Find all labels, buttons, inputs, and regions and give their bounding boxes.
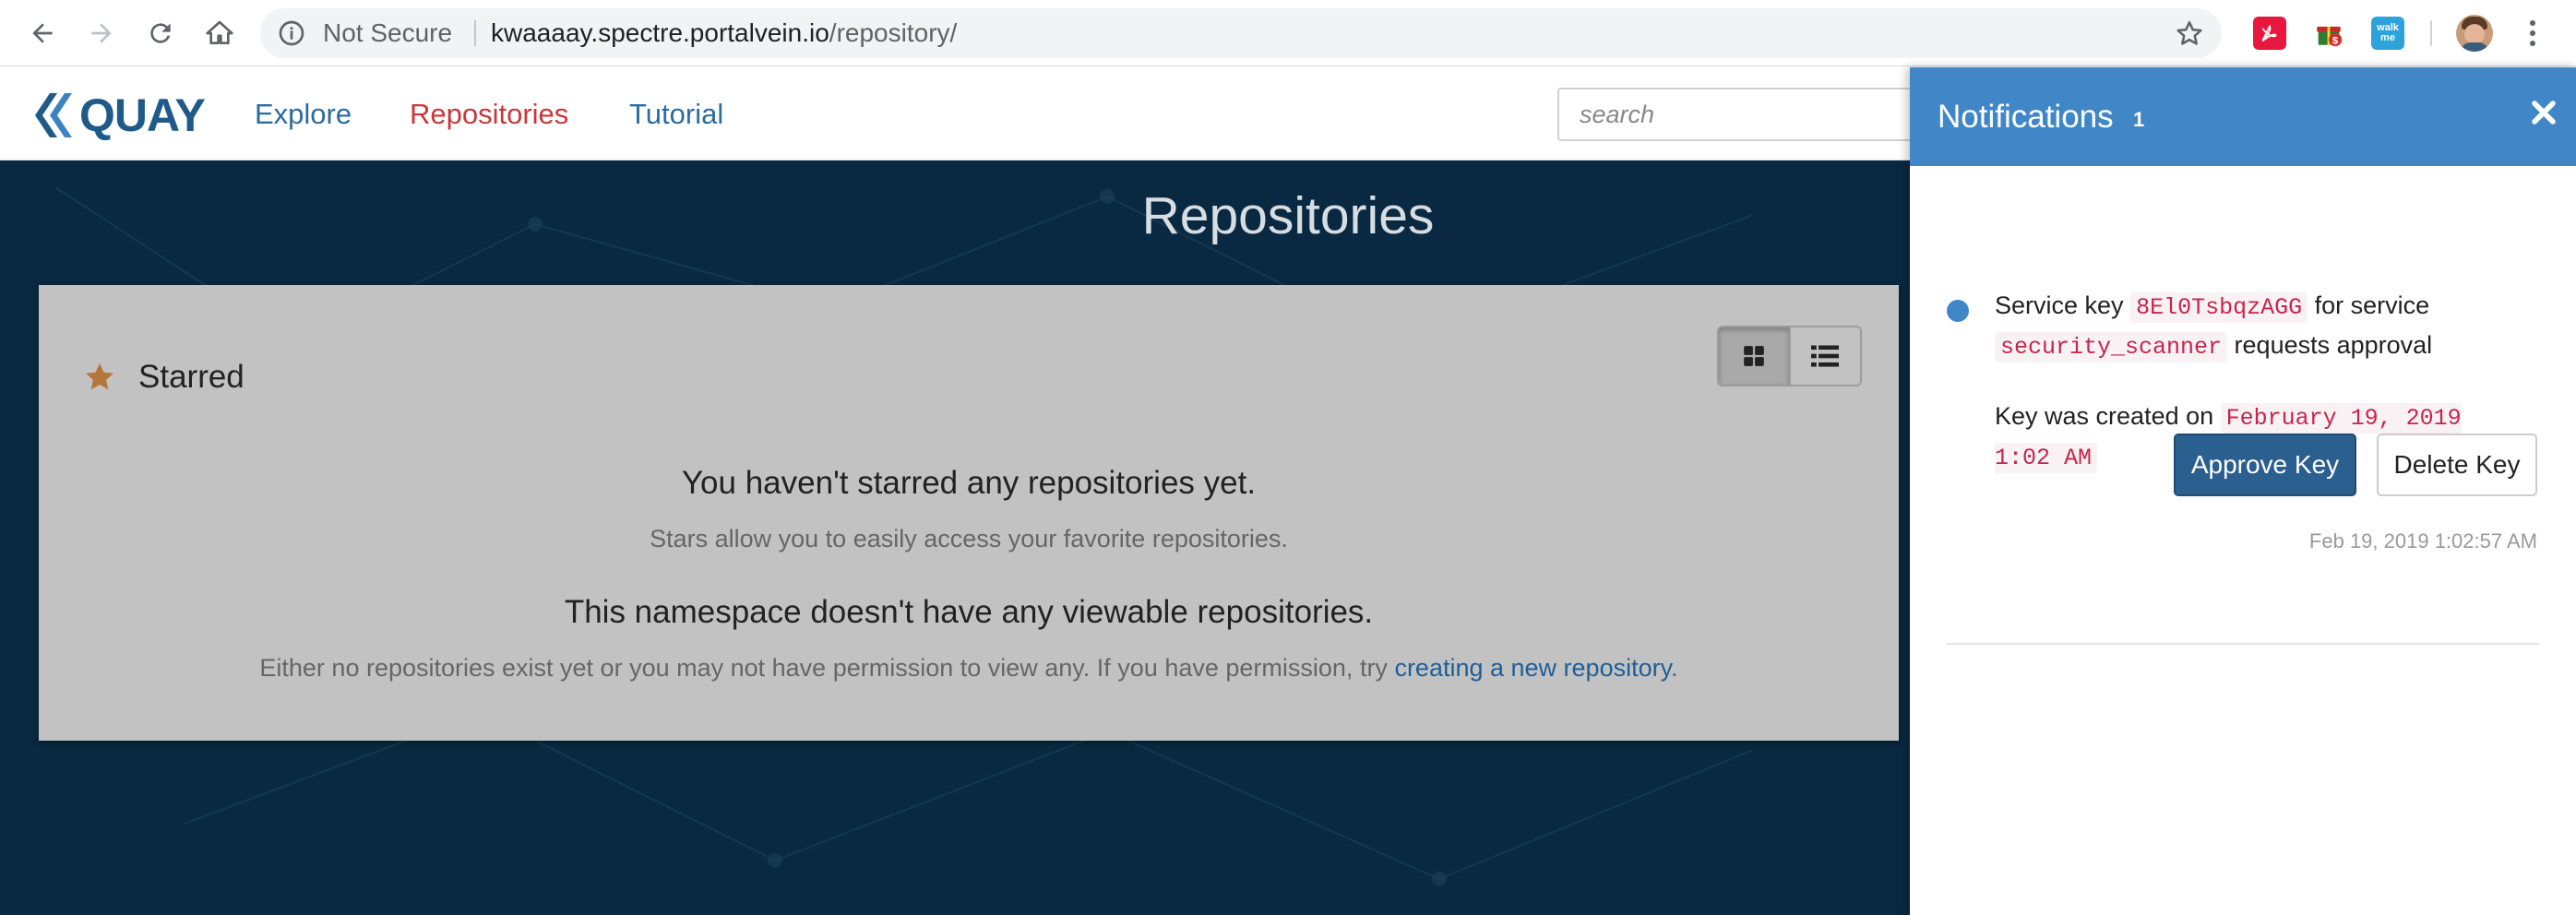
service-key-id: 8El0TsbqzAGG bbox=[2130, 292, 2308, 323]
message-text: for service bbox=[2308, 291, 2430, 319]
browser-menu-icon[interactable] bbox=[2519, 17, 2546, 50]
unread-dot-icon bbox=[1947, 300, 1969, 322]
star-icon bbox=[86, 363, 113, 390]
omnibox-divider bbox=[474, 20, 476, 46]
back-button[interactable] bbox=[22, 13, 63, 53]
forward-button[interactable] bbox=[81, 13, 122, 53]
url-text[interactable]: kwaaaay.spectre.portalvein.io/repository… bbox=[491, 8, 957, 58]
grid-view-button[interactable] bbox=[1719, 327, 1791, 385]
repositories-panel: Starred You haven't starred any reposito… bbox=[39, 285, 1899, 741]
toolbar-divider bbox=[2430, 20, 2432, 46]
view-toggle bbox=[1717, 326, 1862, 386]
quay-logo-icon bbox=[35, 93, 72, 137]
info-icon[interactable] bbox=[277, 18, 306, 48]
pdf-extension-icon[interactable] bbox=[2253, 17, 2286, 50]
page-title: Repositories bbox=[1141, 186, 1435, 245]
close-icon[interactable] bbox=[2528, 97, 2559, 128]
reload-button[interactable] bbox=[140, 13, 181, 53]
browser-toolbar: Not Secure kwaaaay.spectre.portalvein.io… bbox=[0, 0, 2576, 66]
bookmark-star-icon[interactable] bbox=[2174, 18, 2205, 50]
empty-namespace-subtitle: Either no repositories exist yet or you … bbox=[39, 654, 1899, 683]
logo-text: QUAY bbox=[79, 89, 206, 141]
created-label: Key was created on bbox=[1995, 402, 2221, 430]
profile-avatar[interactable] bbox=[2456, 15, 2493, 52]
search-input[interactable]: search bbox=[1557, 88, 1926, 141]
quay-logo[interactable]: QUAY bbox=[30, 89, 206, 141]
gift-extension-icon[interactable]: $ bbox=[2312, 17, 2345, 50]
message-text: Service key bbox=[1995, 291, 2131, 319]
approve-key-button[interactable]: Approve Key bbox=[2174, 434, 2356, 496]
empty-namespace-text: Either no repositories exist yet or you … bbox=[259, 654, 1395, 682]
list-icon bbox=[1811, 345, 1840, 367]
walkme-label: walk me bbox=[2377, 22, 2399, 43]
reload-icon bbox=[150, 23, 171, 43]
empty-starred-title: You haven't starred any repositories yet… bbox=[681, 465, 1257, 501]
message-text: requests approval bbox=[2227, 331, 2433, 359]
notifications-count: 1 bbox=[2133, 108, 2145, 131]
url-path: /repository/ bbox=[829, 18, 958, 47]
starred-section-header: Starred bbox=[83, 359, 244, 396]
arrow-left-icon bbox=[32, 23, 53, 43]
home-button[interactable] bbox=[199, 13, 240, 53]
empty-starred-subtitle: Stars allow you to easily access your fa… bbox=[650, 525, 1288, 553]
notification-message: Service key 8El0TsbqzAGG for service sec… bbox=[1995, 287, 2511, 366]
svg-text:$: $ bbox=[2332, 35, 2339, 46]
notification-item: Service key 8El0TsbqzAGG for service sec… bbox=[1947, 178, 2539, 645]
walkme-extension-icon[interactable]: walk me bbox=[2371, 17, 2404, 50]
empty-namespace-suffix: . bbox=[1671, 654, 1678, 682]
nav-repositories[interactable]: Repositories bbox=[410, 67, 568, 160]
notifications-title: Notifications bbox=[1938, 99, 2114, 135]
delete-key-button[interactable]: Delete Key bbox=[2377, 434, 2537, 496]
create-repository-link[interactable]: creating a new repository bbox=[1394, 654, 1671, 682]
notification-timestamp: Feb 19, 2019 1:02:57 AM bbox=[2308, 529, 2537, 553]
nav-tutorial[interactable]: Tutorial bbox=[629, 67, 723, 160]
nav-explore[interactable]: Explore bbox=[255, 67, 352, 160]
home-icon bbox=[206, 20, 233, 44]
empty-namespace-title: This namespace doesn't have any viewable… bbox=[564, 594, 1374, 630]
grid-icon bbox=[1743, 346, 1764, 366]
url-host: kwaaaay.spectre.portalvein.io bbox=[491, 18, 829, 47]
gift-icon: $ bbox=[2317, 26, 2343, 46]
acrobat-icon bbox=[2261, 24, 2277, 42]
notifications-header: Notifications 1 bbox=[1910, 67, 2576, 166]
address-bar[interactable]: Not Secure kwaaaay.spectre.portalvein.io… bbox=[260, 8, 2222, 58]
list-view-button[interactable] bbox=[1790, 327, 1860, 385]
service-name: security_scanner bbox=[1995, 332, 2228, 362]
starred-label: Starred bbox=[138, 359, 244, 395]
security-label[interactable]: Not Secure bbox=[323, 8, 452, 58]
arrow-right-icon bbox=[91, 23, 112, 43]
